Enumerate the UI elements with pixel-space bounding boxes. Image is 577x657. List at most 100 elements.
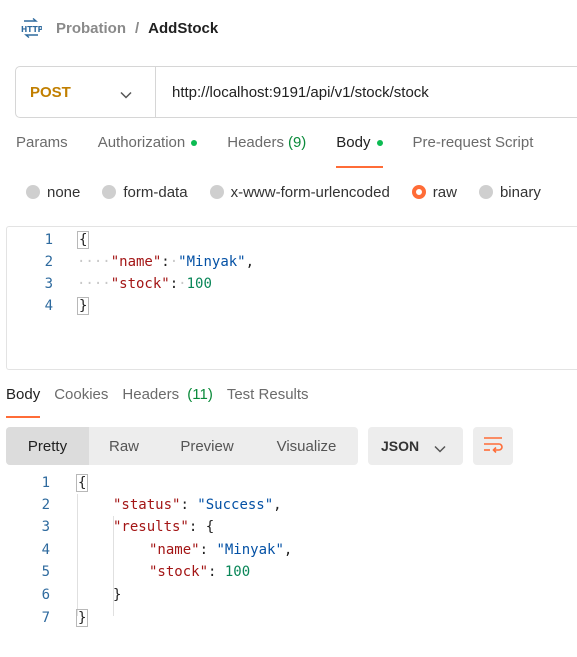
request-tabs: Params Authorization Headers (9) Body Pr… [16, 134, 563, 168]
request-name[interactable]: AddStock [148, 20, 218, 37]
json-key: "results" [113, 519, 189, 535]
radio-form-data[interactable]: form-data [102, 183, 188, 201]
tab-label: Headers [122, 386, 180, 403]
line-number: 5 [41, 564, 50, 580]
wrap-lines-button[interactable] [473, 427, 513, 465]
radio-circle-icon [209, 185, 224, 199]
breadcrumb-collection[interactable]: Probation [56, 20, 126, 37]
code-line: 2 "status": "Success", [0, 494, 282, 516]
headers-count: (9) [287, 134, 307, 151]
radio-label: form-data [123, 183, 188, 201]
chevron-down-icon [434, 441, 446, 457]
view-raw-button[interactable]: Raw [89, 427, 159, 465]
tab-cookies[interactable]: Cookies [54, 386, 108, 418]
view-mode-control: Pretty Raw Preview Visualize [6, 427, 358, 465]
radio-label: none [47, 183, 81, 201]
code-line: 4 "name": "Minyak", [0, 539, 293, 561]
response-body-viewer[interactable]: 1 { 2 "status": "Success", 3 "results": … [0, 472, 577, 632]
json-value: 100 [224, 564, 251, 580]
chevron-down-icon [120, 87, 132, 105]
radio-binary[interactable]: binary [478, 184, 541, 201]
radio-circle-icon [26, 185, 40, 199]
line-number: 1 [44, 232, 53, 248]
line-number: 1 [41, 475, 50, 491]
tab-label: Body [336, 134, 371, 151]
tab-label: Body [6, 386, 41, 403]
tab-response-body[interactable]: Body [6, 386, 41, 418]
radio-label: raw [432, 183, 457, 201]
radio-none[interactable]: none [26, 184, 80, 201]
method-select[interactable]: POST [16, 67, 156, 117]
tab-params[interactable]: Params [16, 134, 68, 168]
json-key: "name" [110, 254, 162, 270]
close-brace: } [76, 609, 89, 627]
json-key: "stock" [110, 276, 170, 292]
code-line: 3 "results": { [0, 516, 215, 538]
radio-label: x-www-form-urlencoded [230, 183, 390, 201]
open-brace: { [76, 474, 89, 492]
code-line: 1 { [0, 472, 89, 494]
json-key: "name" [149, 542, 200, 558]
status-dot-icon [191, 140, 198, 146]
close-brace: } [77, 297, 90, 315]
response-tabs: Body Cookies Headers (11) Test Results [6, 386, 323, 418]
code-line: 1 { [7, 229, 90, 251]
http-request-icon: HTTP [20, 18, 42, 38]
open-brace: { [77, 231, 90, 249]
language-select[interactable]: JSON [368, 427, 463, 465]
tab-label: Test Results [226, 386, 309, 403]
tab-pre-request-script[interactable]: Pre-request Script [413, 134, 534, 168]
tab-headers[interactable]: Headers (9) [227, 134, 306, 168]
json-key: "stock" [149, 564, 209, 580]
radio-raw[interactable]: raw [411, 183, 457, 201]
radio-circle-icon [478, 185, 493, 199]
url-bar: POST http://localhost:9191/api/v1/stock/… [15, 66, 577, 118]
wrap-lines-icon [482, 435, 504, 458]
radio-x-www-form-urlencoded[interactable]: x-www-form-urlencoded [209, 183, 390, 201]
code-line: 3 ····"stock":·100 [7, 273, 212, 295]
json-value: "Minyak" [216, 542, 284, 558]
view-pretty-button[interactable]: Pretty [6, 427, 89, 465]
line-number: 6 [41, 587, 50, 603]
tab-label: Params [16, 134, 68, 151]
code-line: 2 ····"name":·"Minyak", [7, 251, 254, 273]
tab-test-results[interactable]: Test Results [227, 386, 309, 418]
tab-response-headers[interactable]: Headers (11) [122, 386, 212, 418]
view-preview-button[interactable]: Preview [159, 427, 255, 465]
request-body-editor[interactable]: 1 { 2 ····"name":·"Minyak", 3 ····"stock… [6, 226, 577, 370]
line-number: 2 [41, 497, 50, 513]
breadcrumb-separator: / [135, 19, 140, 37]
tab-authorization[interactable]: Authorization [98, 134, 198, 168]
url-input[interactable]: http://localhost:9191/api/v1/stock/stock [156, 84, 429, 101]
svg-text:HTTP: HTTP [21, 25, 42, 34]
tab-label: Pre-request Script [412, 134, 534, 151]
indent-guide [77, 494, 78, 616]
code-line: 6 } [0, 584, 122, 606]
method-label: POST [30, 83, 71, 101]
body-type-radios: none form-data x-www-form-urlencoded raw… [26, 182, 563, 202]
radio-circle-icon [102, 185, 117, 199]
code-line: 5 "stock": 100 [0, 561, 251, 583]
view-visualize-button[interactable]: Visualize [255, 427, 358, 465]
line-number: 7 [41, 610, 50, 626]
close-brace: } [113, 587, 122, 603]
json-key: "status" [113, 497, 181, 513]
tab-body[interactable]: Body [336, 134, 383, 168]
line-number: 3 [41, 519, 50, 535]
json-value: 100 [186, 276, 212, 292]
header: HTTP Probation / AddStock [0, 0, 577, 56]
line-number: 2 [44, 254, 53, 270]
line-number: 3 [44, 276, 53, 292]
tab-label: Headers [227, 134, 284, 151]
language-label: JSON [381, 438, 420, 454]
tab-label: Authorization [97, 134, 186, 151]
code-line: 4 } [7, 295, 90, 317]
tab-label: Cookies [54, 386, 109, 403]
json-value: "Minyak" [178, 254, 246, 270]
line-number: 4 [41, 542, 50, 558]
status-dot-icon [376, 140, 383, 146]
code-line: 7 } [0, 607, 89, 629]
line-number: 4 [44, 298, 53, 314]
headers-count: (11) [187, 386, 213, 403]
radio-selected-icon [411, 185, 426, 199]
